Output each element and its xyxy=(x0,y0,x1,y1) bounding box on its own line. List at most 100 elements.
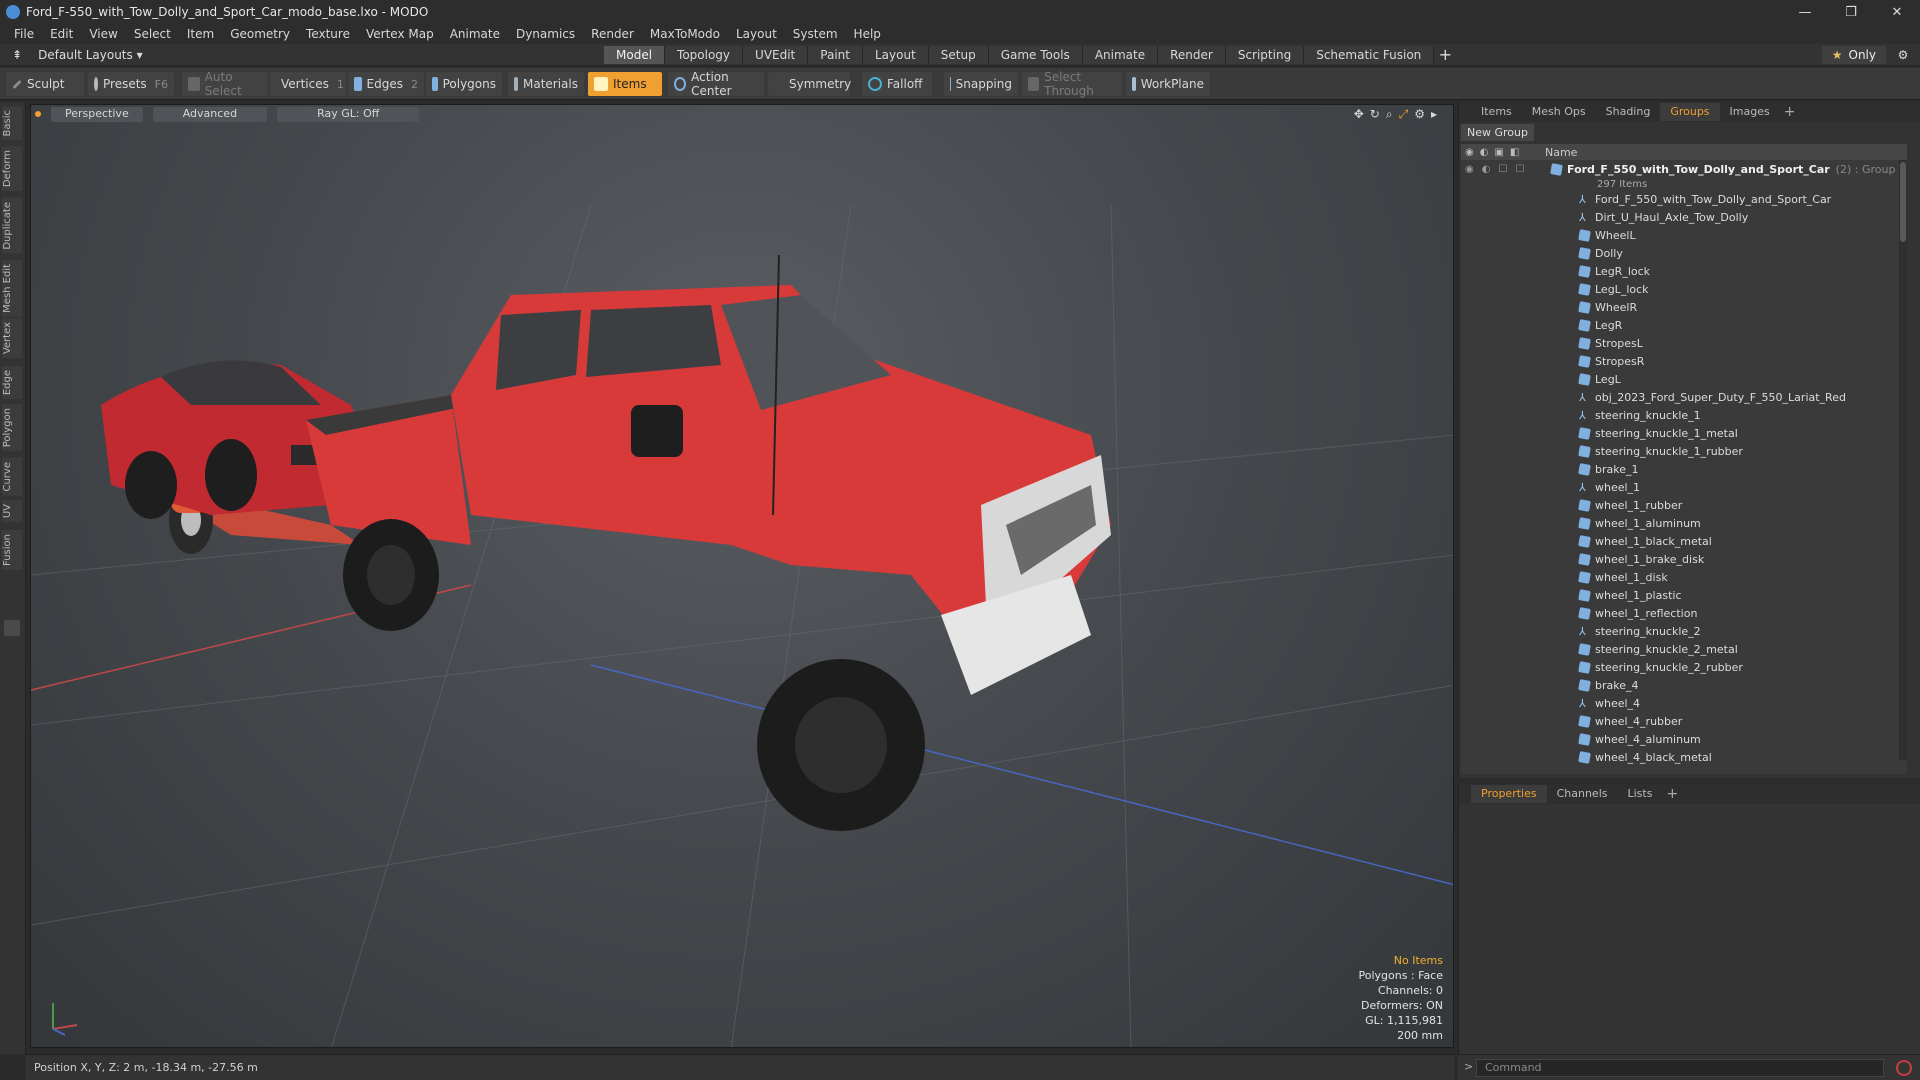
left-tab-fusion[interactable]: Fusion xyxy=(2,530,22,570)
tab-lists[interactable]: Lists xyxy=(1618,785,1663,803)
list-item[interactable]: brake_4 xyxy=(1461,676,1907,694)
add-properties-tab-button[interactable]: + xyxy=(1662,785,1682,803)
menu-system[interactable]: System xyxy=(785,27,846,41)
list-item[interactable]: steering_knuckle_2_metal xyxy=(1461,640,1907,658)
menu-animate[interactable]: Animate xyxy=(442,27,508,41)
add-tab-button[interactable]: + xyxy=(1780,103,1800,121)
list-item[interactable]: wheel_1_brake_disk xyxy=(1461,550,1907,568)
edges-button[interactable]: Edges 2 xyxy=(348,72,424,96)
tab-uvedit[interactable]: UVEdit xyxy=(743,46,809,64)
falloff-button[interactable]: Falloff xyxy=(862,72,932,96)
list-item[interactable]: StropesR xyxy=(1461,352,1907,370)
gear-icon[interactable]: ⚙ xyxy=(1894,46,1912,64)
list-item[interactable]: WheelL xyxy=(1461,226,1907,244)
select-icon[interactable]: ◧ xyxy=(1510,147,1519,158)
list-item[interactable]: LegR xyxy=(1461,316,1907,334)
tab-layout[interactable]: Layout xyxy=(862,46,929,64)
left-tab-deform[interactable]: Deform xyxy=(2,146,22,192)
lock-icon[interactable]: ▣ xyxy=(1494,147,1503,158)
tab-mesh-ops[interactable]: Mesh Ops xyxy=(1522,103,1596,121)
restore-button[interactable]: ❐ xyxy=(1828,0,1874,24)
list-item[interactable]: ⅄ wheel_1 xyxy=(1461,478,1907,496)
select-through-button[interactable]: Select Through xyxy=(1022,70,1122,98)
list-item[interactable]: wheel_4_black_metal xyxy=(1461,748,1907,766)
tab-render[interactable]: Render xyxy=(1158,46,1226,64)
add-layout-button[interactable]: + xyxy=(1434,46,1456,64)
zoom-icon[interactable]: ⌕ xyxy=(1386,107,1393,122)
list-item[interactable]: ⅄ steering_knuckle_1 xyxy=(1461,406,1907,424)
3d-viewport[interactable]: Perspective Advanced Ray GL: Off ✥ ↻ ⌕ ⤢… xyxy=(30,104,1454,1048)
list-item[interactable]: LegL_lock xyxy=(1461,280,1907,298)
menu-select[interactable]: Select xyxy=(126,27,179,41)
list-item[interactable]: Dolly xyxy=(1461,244,1907,262)
workplane-button[interactable]: WorkPlane xyxy=(1126,72,1210,96)
view-mode-button[interactable]: Perspective xyxy=(51,106,143,122)
tab-channels[interactable]: Channels xyxy=(1547,785,1618,803)
list-item[interactable]: wheel_1_black_metal xyxy=(1461,532,1907,550)
list-item[interactable]: wheel_1_rubber xyxy=(1461,496,1907,514)
tab-images[interactable]: Images xyxy=(1720,103,1780,121)
menu-render[interactable]: Render xyxy=(583,27,642,41)
pan-icon[interactable]: ✥ xyxy=(1354,107,1364,122)
sculpt-button[interactable]: Sculpt xyxy=(6,72,84,96)
new-group-button[interactable]: New Group xyxy=(1461,124,1534,141)
list-item[interactable]: StropesL xyxy=(1461,334,1907,352)
left-tab-mesh-edit[interactable]: Mesh Edit xyxy=(2,260,22,317)
menu-geometry[interactable]: Geometry xyxy=(222,27,298,41)
left-tab-vertex[interactable]: Vertex xyxy=(2,318,22,359)
tab-properties[interactable]: Properties xyxy=(1471,785,1547,803)
tab-setup[interactable]: Setup xyxy=(928,46,989,64)
snapping-button[interactable]: Snapping xyxy=(944,72,1018,96)
eye-icon[interactable]: ◉ xyxy=(1465,147,1474,158)
materials-button[interactable]: Materials xyxy=(508,72,584,96)
left-tab-duplicate[interactable]: Duplicate xyxy=(2,198,22,254)
group-row[interactable]: ◉ ◐ ☐ ☐ Ford_F_550_with_Tow_Dolly_and_Sport… xyxy=(1461,160,1907,178)
presets-button[interactable]: Presets F6 xyxy=(88,72,174,96)
list-item[interactable]: ⅄ steering_knuckle_2 xyxy=(1461,622,1907,640)
menu-edit[interactable]: Edit xyxy=(42,27,81,41)
list-item[interactable]: LegR_lock xyxy=(1461,262,1907,280)
tab-scripting[interactable]: Scripting xyxy=(1225,46,1305,64)
list-item[interactable]: wheel_4_rubber xyxy=(1461,712,1907,730)
list-item[interactable]: WheelR xyxy=(1461,298,1907,316)
tab-animate[interactable]: Animate xyxy=(1082,46,1159,64)
only-button[interactable]: ★ Only xyxy=(1821,46,1886,64)
render-icon[interactable]: ◐ xyxy=(1482,164,1491,175)
record-icon[interactable] xyxy=(1896,1060,1912,1076)
list-item[interactable]: ⅄ Dirt_U_Haul_Axle_Tow_Dolly xyxy=(1461,208,1907,226)
viewport-settings-icon[interactable]: ⚙ xyxy=(1414,107,1425,122)
tab-paint[interactable]: Paint xyxy=(808,46,863,64)
menu-texture[interactable]: Texture xyxy=(298,27,358,41)
close-button[interactable]: ✕ xyxy=(1874,0,1920,24)
list-item[interactable]: wheel_1_reflection xyxy=(1461,604,1907,622)
left-tab-curve[interactable]: Curve xyxy=(2,458,22,496)
menu-maxtomodo[interactable]: MaxToModo xyxy=(642,27,728,41)
menu-view[interactable]: View xyxy=(81,27,125,41)
tab-topology[interactable]: Topology xyxy=(665,46,744,64)
eye-icon[interactable]: ◉ xyxy=(1465,164,1474,175)
tab-groups[interactable]: Groups xyxy=(1660,103,1720,121)
tab-shading[interactable]: Shading xyxy=(1596,103,1661,121)
menu-layout[interactable]: Layout xyxy=(728,27,785,41)
raygl-button[interactable]: Ray GL: Off xyxy=(277,106,420,122)
list-item[interactable]: wheel_1_aluminum xyxy=(1461,514,1907,532)
left-tab-polygon[interactable]: Polygon xyxy=(2,404,22,452)
command-input[interactable]: Command xyxy=(1476,1059,1884,1077)
list-item[interactable]: LegL xyxy=(1461,370,1907,388)
scrollbar-thumb[interactable] xyxy=(1900,162,1906,242)
tab-game-tools[interactable]: Game Tools xyxy=(988,46,1083,64)
list-item[interactable]: ⅄ Ford_F_550_with_Tow_Dolly_and_Sport_Car xyxy=(1461,190,1907,208)
list-item[interactable]: steering_knuckle_1_rubber xyxy=(1461,442,1907,460)
lock-icon[interactable]: ☐ xyxy=(1498,164,1507,175)
list-item[interactable]: wheel_1_plastic xyxy=(1461,586,1907,604)
list-item[interactable]: steering_knuckle_2_rubber xyxy=(1461,658,1907,676)
list-item[interactable]: steering_knuckle_1_metal xyxy=(1461,424,1907,442)
list-item[interactable]: brake_1 xyxy=(1461,460,1907,478)
menu-dynamics[interactable]: Dynamics xyxy=(508,27,583,41)
polygons-button[interactable]: Polygons xyxy=(426,72,502,96)
left-tab-uv[interactable]: UV xyxy=(2,500,22,523)
left-tab-edge[interactable]: Edge xyxy=(2,366,22,400)
maximize-icon[interactable]: ⤢ xyxy=(1399,107,1409,122)
strip-toggle-icon[interactable] xyxy=(4,620,20,636)
left-tab-basic[interactable]: Basic xyxy=(2,106,22,141)
